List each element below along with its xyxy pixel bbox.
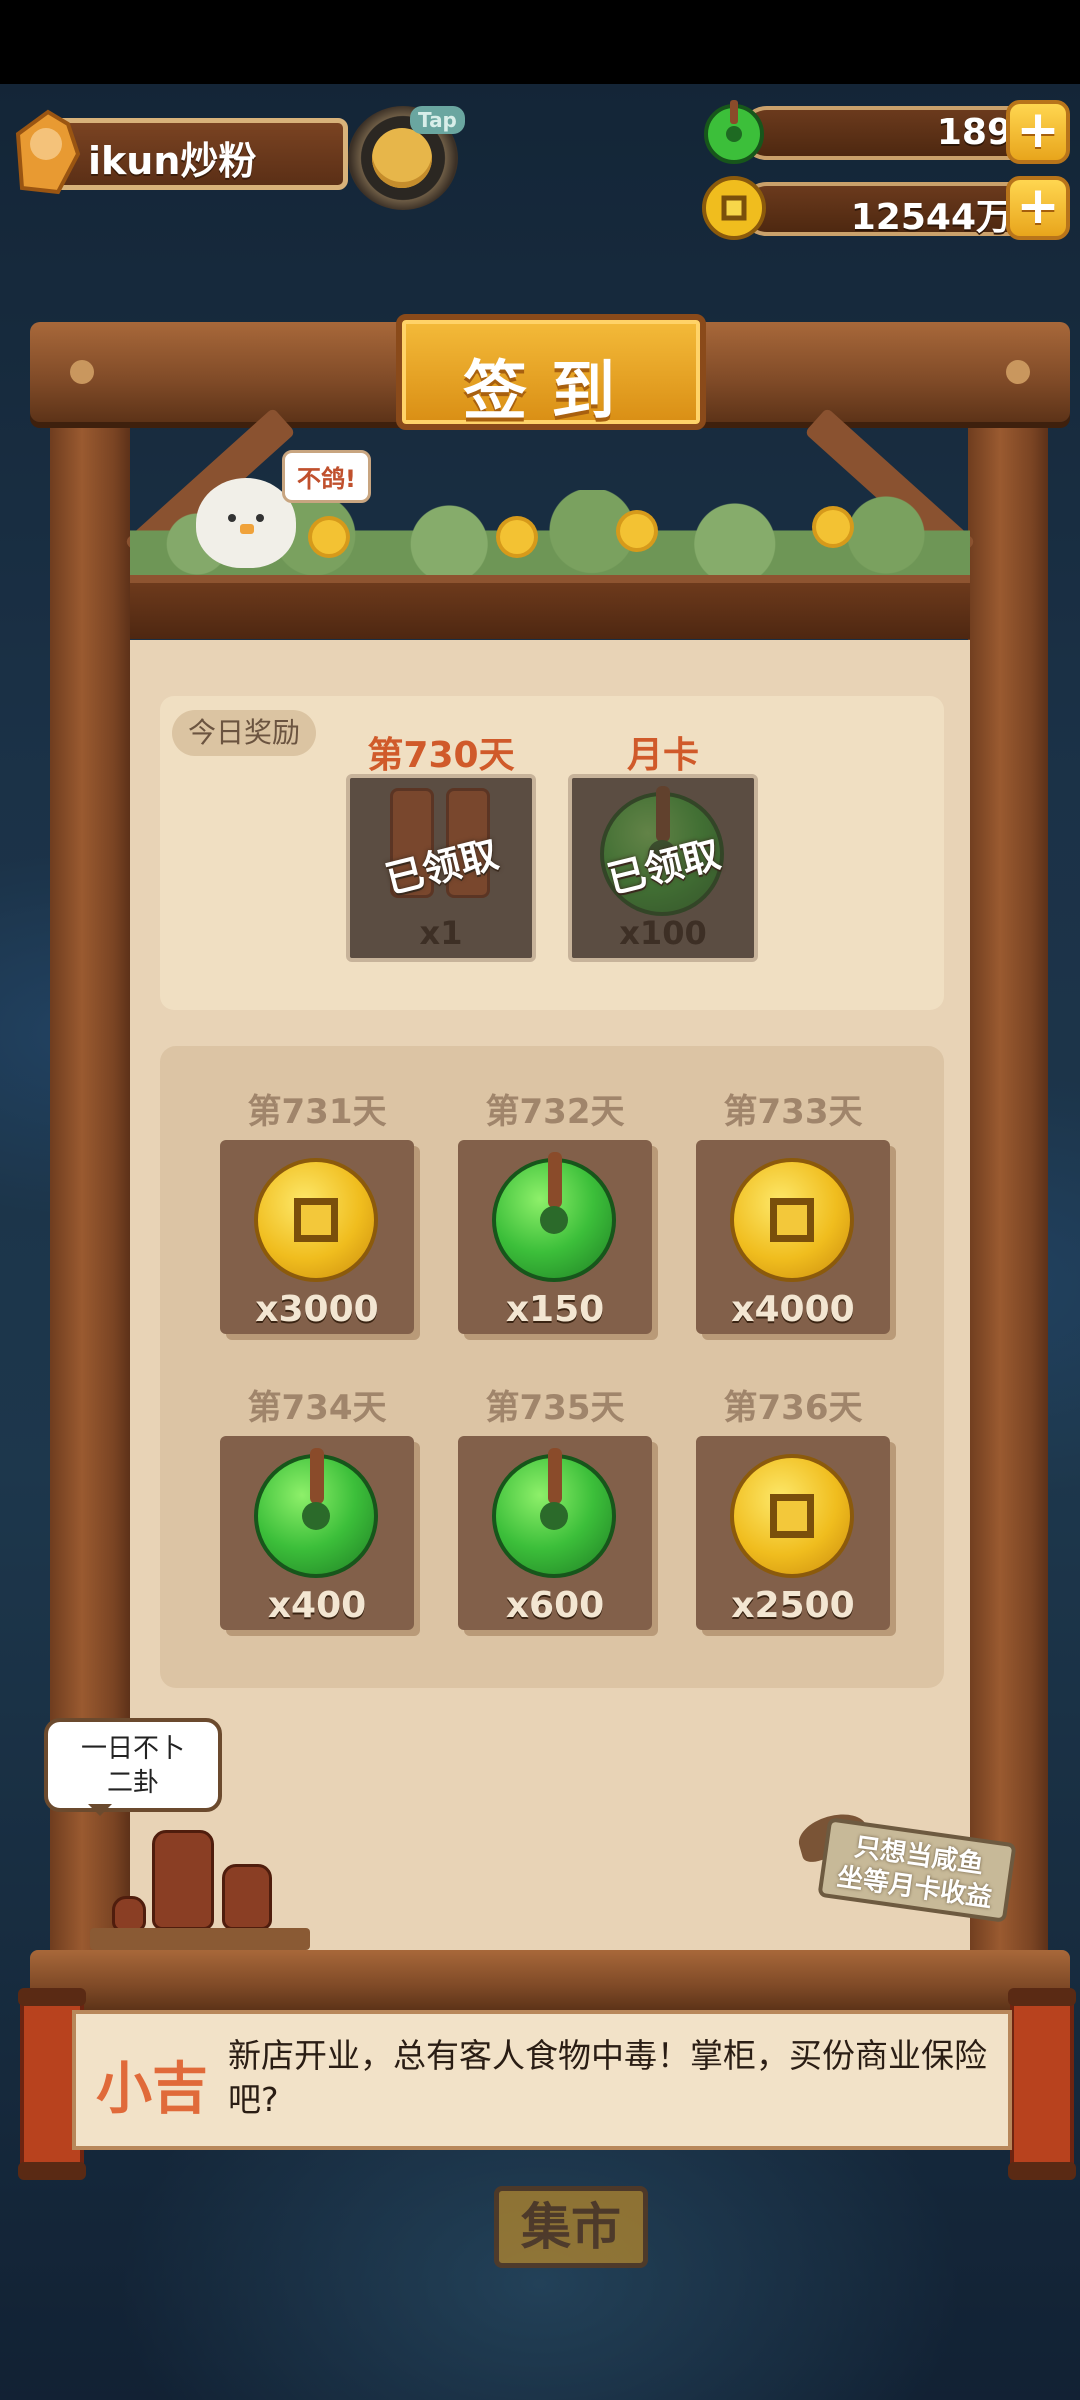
jar-shelf: [90, 1928, 310, 1950]
dialog-text: 新店开业，总有客人食物中毒！掌柜，买份商业保险吧?: [228, 2036, 987, 2119]
jade-coin-icon: [492, 1448, 616, 1578]
signin-title: 签到: [463, 355, 639, 429]
flower-icon: [816, 510, 850, 544]
add-coins-button[interactable]: +: [1006, 176, 1070, 240]
jade-coin-icon: [254, 1448, 378, 1578]
mascot-bird-icon: [196, 478, 296, 568]
jade-coin-icon: [704, 100, 764, 164]
reward-qty: x150: [505, 1289, 605, 1330]
day-label: 第733天: [723, 1092, 863, 1132]
jars-decoration: [90, 1810, 310, 1950]
reward-qty: x100: [619, 914, 707, 952]
coin-resource: 12544万 +: [700, 176, 1070, 240]
bird-eye: [256, 514, 264, 522]
jade-hole: [540, 1206, 568, 1234]
tap-label: Tap: [410, 106, 465, 134]
frame-shelf: [130, 575, 970, 639]
frame-post-right: [968, 330, 1048, 1960]
coin-hole: [770, 1494, 814, 1538]
scroll-cap: [1008, 2162, 1076, 2180]
jade-cord: [310, 1448, 324, 1504]
coin-hole: [294, 1198, 338, 1242]
frame-post-left: [50, 330, 130, 1960]
reward-qty: x2500: [731, 1585, 855, 1626]
day-reward-card[interactable]: x2500: [696, 1436, 890, 1630]
jade-amount: 189: [936, 112, 1012, 153]
gold-coin-icon: [702, 176, 766, 240]
flower-icon: [620, 514, 654, 548]
day-label: 第734天: [247, 1388, 387, 1428]
gold-coin-icon: [254, 1158, 378, 1282]
reward-qty: x600: [505, 1585, 605, 1626]
day-label: 第735天: [485, 1388, 625, 1428]
jade-hole: [540, 1502, 568, 1530]
day-reward-card[interactable]: x600: [458, 1436, 652, 1630]
flower-icon: [312, 520, 346, 554]
day-label: 第732天: [485, 1092, 625, 1132]
gold-coin-icon: [730, 1158, 854, 1282]
mascot-speech-bubble: 不鸽!: [282, 450, 371, 503]
add-jade-button[interactable]: +: [1006, 100, 1070, 164]
day-reward-card[interactable]: x3000: [220, 1140, 414, 1334]
reward-qty: x400: [267, 1585, 367, 1626]
day-label: 第731天: [247, 1092, 387, 1132]
today-day-reward-card[interactable]: 已领取 x1: [346, 774, 536, 962]
scroll-cap: [18, 2162, 86, 2180]
reward-qty: x1: [419, 914, 463, 952]
gold-coin-icon: [730, 1454, 854, 1578]
jade-cord: [548, 1152, 562, 1208]
jade-coin-icon: [492, 1152, 616, 1282]
scroll-end-right: [1008, 1988, 1076, 2180]
today-day-label: 第730天: [367, 735, 515, 776]
tap-face-icon: [372, 128, 432, 188]
frame-bottom-beam: [30, 1950, 1070, 2010]
beam-bolt: [70, 360, 94, 384]
fortune-speech-bubble: 一日不卜 二卦: [44, 1718, 222, 1816]
day-reward-card[interactable]: x4000: [696, 1140, 890, 1334]
flower-icon: [500, 520, 534, 554]
sign-text: 只想当咸鱼 坐等月卡收益: [835, 1832, 994, 1914]
month-card-label: 月卡: [626, 735, 699, 776]
reward-qty: x4000: [731, 1289, 855, 1330]
day-reward-card[interactable]: x400: [220, 1436, 414, 1630]
tap-button[interactable]: Tap: [348, 106, 465, 210]
dialog-speaker-name: 小吉: [96, 2057, 208, 2122]
jade-hole: [302, 1502, 330, 1530]
player-avatar-icon: [15, 109, 81, 195]
jar-icon: [152, 1830, 214, 1930]
day-label: 第736天: [723, 1388, 863, 1428]
signin-title-box: 签到: [396, 314, 706, 430]
scroll-cap: [1008, 1988, 1076, 2006]
player-name: ikun炒粉: [88, 139, 257, 183]
bird-beak: [240, 524, 254, 534]
fortune-text: 一日不卜 二卦: [80, 1734, 185, 1798]
scroll-cap: [18, 1988, 86, 2006]
market-button[interactable]: 集市: [494, 2186, 648, 2268]
reward-qty: x3000: [255, 1289, 379, 1330]
coin-hole: [770, 1198, 814, 1242]
jade-cord: [548, 1448, 562, 1504]
day-reward-card[interactable]: x150: [458, 1140, 652, 1334]
beam-bolt: [1006, 360, 1030, 384]
player-profile[interactable]: ikun炒粉: [8, 104, 348, 196]
coin-amount: 12544万: [850, 197, 1012, 238]
today-reward-tag: 今日奖励: [172, 710, 317, 756]
bird-eye: [228, 514, 236, 522]
jar-icon: [112, 1896, 146, 1932]
jar-icon: [222, 1864, 272, 1930]
jade-resource: 189 +: [700, 100, 1070, 164]
month-card-reward-card[interactable]: 已领取 x100: [568, 774, 758, 962]
